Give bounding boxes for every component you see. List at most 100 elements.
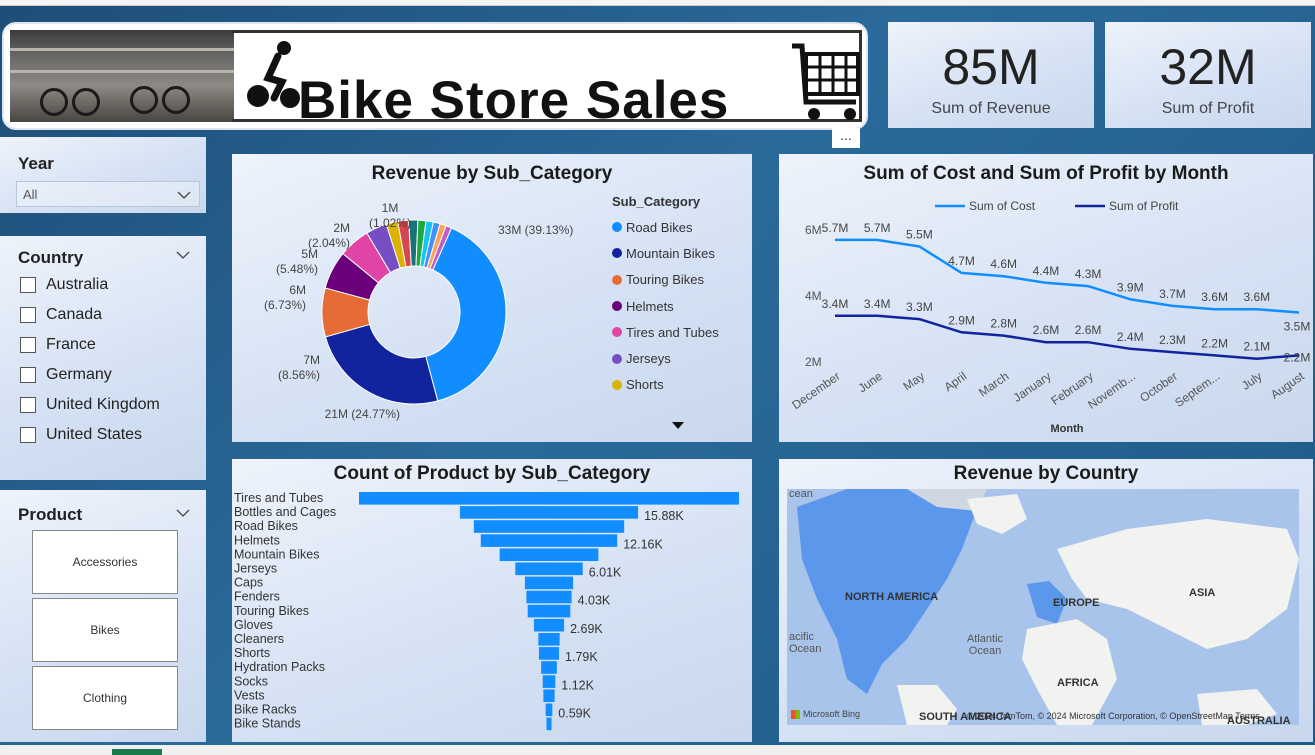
country-option-label: Australia	[46, 276, 109, 293]
donut-legend-item-road-bikes[interactable]: Road Bikes	[612, 214, 752, 240]
funnel-bar-helmets	[480, 534, 618, 547]
legend-marker	[612, 327, 622, 338]
data-label-sum-of-profit: 2.9M	[948, 313, 975, 327]
map-label-europe: EUROPE	[1053, 597, 1100, 609]
data-label-sum-of-profit: 2.2M	[1284, 350, 1311, 364]
funnel-data-label: 15.88K	[644, 509, 684, 523]
map-label-ocean-top: cean	[789, 489, 813, 500]
map-label-africa: AFRICA	[1057, 677, 1099, 689]
map-label-north-america: NORTH AMERICA	[845, 591, 939, 603]
country-option-label: France	[46, 336, 96, 353]
funnel-data-label: 6.01K	[589, 566, 622, 580]
checkbox[interactable]	[20, 427, 36, 443]
y-tick-label: 2M	[805, 355, 822, 369]
microsoft-logo-icon	[791, 709, 800, 719]
map-attribution[interactable]: © 2024 TomTom, © 2024 Microsoft Corporat…	[967, 711, 1260, 721]
donut-data-label-value: 7M	[303, 353, 320, 367]
data-label-sum-of-cost: 3.6M	[1201, 290, 1228, 304]
map-title: Revenue by Country	[953, 463, 1139, 484]
title-banner: Bike Store Sales	[2, 22, 868, 130]
funnel-category-label: Jerseys	[234, 562, 277, 576]
funnel-bar-gloves	[533, 618, 565, 632]
map-label-atlantic: Atlantic Ocean	[966, 633, 1004, 657]
donut-data-label-value: 1M	[382, 201, 399, 215]
funnel-bar-jerseys	[515, 562, 583, 576]
country-option-australia[interactable]: Australia	[20, 274, 108, 296]
data-label-sum-of-profit: 2.1M	[1243, 340, 1270, 354]
product-tile-accessories[interactable]: Accessories	[32, 530, 178, 594]
donut-legend-item-shorts[interactable]: Shorts	[612, 372, 752, 398]
data-label-sum-of-cost: 5.7M	[822, 221, 849, 235]
funnel-bar-touring-bikes	[527, 604, 571, 618]
y-tick-label: 6M	[805, 223, 822, 237]
funnel-category-label: Touring Bikes	[234, 604, 309, 618]
country-option-canada[interactable]: Canada	[20, 304, 102, 326]
country-slicer: Country Australia Canada France Germany …	[0, 236, 206, 480]
product-slicer-title: Product	[18, 505, 83, 524]
funnel-data-label: 2.69K	[570, 622, 603, 636]
y-tick-label: 4M	[805, 289, 822, 303]
donut-legend-title: Sub_Category	[612, 194, 701, 209]
legend-scroll-down-icon[interactable]	[672, 422, 684, 430]
funnel-category-label: Socks	[234, 674, 268, 688]
checkbox[interactable]	[20, 307, 36, 323]
country-slicer-title: Country	[18, 248, 84, 267]
data-label-sum-of-cost: 5.5M	[906, 228, 933, 242]
donut-legend-item-tires-and-tubes[interactable]: Tires and Tubes	[612, 319, 752, 345]
country-option-label: United States	[46, 426, 143, 443]
country-option-france[interactable]: France	[20, 334, 96, 356]
checkbox[interactable]	[20, 397, 36, 413]
funnel-category-label: Bike Racks	[234, 703, 297, 717]
kpi-revenue-label: Sum of Revenue	[931, 100, 1051, 117]
country-option-label: United Kingdom	[46, 396, 160, 413]
legend-label: Shorts	[626, 377, 664, 393]
funnel-bar-bike-stands	[546, 717, 552, 731]
chevron-down-icon	[177, 191, 191, 199]
funnel-category-label: Hydration Packs	[234, 660, 325, 674]
year-dropdown[interactable]: All	[16, 181, 200, 207]
funnel-category-label: Mountain Bikes	[234, 547, 319, 561]
funnel-data-label: 1.12K	[561, 678, 594, 692]
donut-data-label-pct: (5.48%)	[276, 262, 318, 276]
country-option-united-states[interactable]: United States	[20, 424, 142, 446]
funnel-bar-vests	[543, 689, 555, 702]
product-tile-clothing[interactable]: Clothing	[32, 666, 178, 730]
legend-marker	[612, 353, 622, 364]
funnel-bar-socks	[542, 675, 556, 688]
year-slicer: Year All	[0, 137, 206, 213]
product-slicer: Product Accessories Bikes Clothing	[0, 490, 206, 742]
country-option-united-kingdom[interactable]: United Kingdom	[20, 394, 160, 416]
more-options-button[interactable]: ...	[832, 128, 860, 148]
legend-label: Touring Bikes	[626, 272, 705, 288]
kpi-revenue-card: 85M Sum of Revenue	[888, 22, 1094, 128]
donut-legend-item-touring-bikes[interactable]: Touring Bikes	[612, 267, 752, 293]
legend-marker	[612, 379, 622, 390]
funnel-category-label: Bottles and Cages	[234, 505, 336, 519]
chevron-down-icon[interactable]	[176, 508, 190, 518]
donut-legend-item-jerseys[interactable]: Jerseys	[612, 345, 752, 371]
bing-logo: Microsoft Bing	[791, 709, 860, 719]
checkbox[interactable]	[20, 277, 36, 293]
x-axis-title: Month	[1051, 423, 1084, 435]
active-page-tab[interactable]	[112, 749, 162, 755]
cyclist-icon	[247, 41, 300, 108]
data-label-sum-of-cost: 4.4M	[1033, 264, 1060, 278]
checkbox[interactable]	[20, 337, 36, 353]
funnel-bar-road-bikes	[473, 520, 625, 533]
funnel-bar-fenders	[526, 590, 572, 604]
country-option-germany[interactable]: Germany	[20, 364, 112, 386]
legend-label: Mountain Bikes	[626, 245, 715, 261]
series-line-sum-of-profit	[835, 314, 1300, 360]
country-option-label: Germany	[46, 366, 112, 383]
legend-label: Jerseys	[626, 351, 671, 367]
donut-data-label: 7M (8.56%)	[278, 353, 320, 382]
product-tile-bikes[interactable]: Bikes	[32, 598, 178, 662]
donut-legend-item-mountain-bikes[interactable]: Mountain Bikes	[612, 240, 752, 266]
kpi-revenue-value: 85M	[942, 39, 1040, 95]
checkbox[interactable]	[20, 367, 36, 383]
donut-legend: Road Bikes Mountain Bikes Touring Bikes Hel…	[612, 214, 752, 398]
data-label-sum-of-cost: 3.6M	[1243, 290, 1270, 304]
bing-map[interactable]: NORTH AMERICA EUROPE ASIA AFRICA SOUTH A…	[787, 489, 1299, 725]
chevron-down-icon[interactable]	[176, 250, 190, 260]
donut-legend-item-helmets[interactable]: Helmets	[612, 293, 752, 319]
